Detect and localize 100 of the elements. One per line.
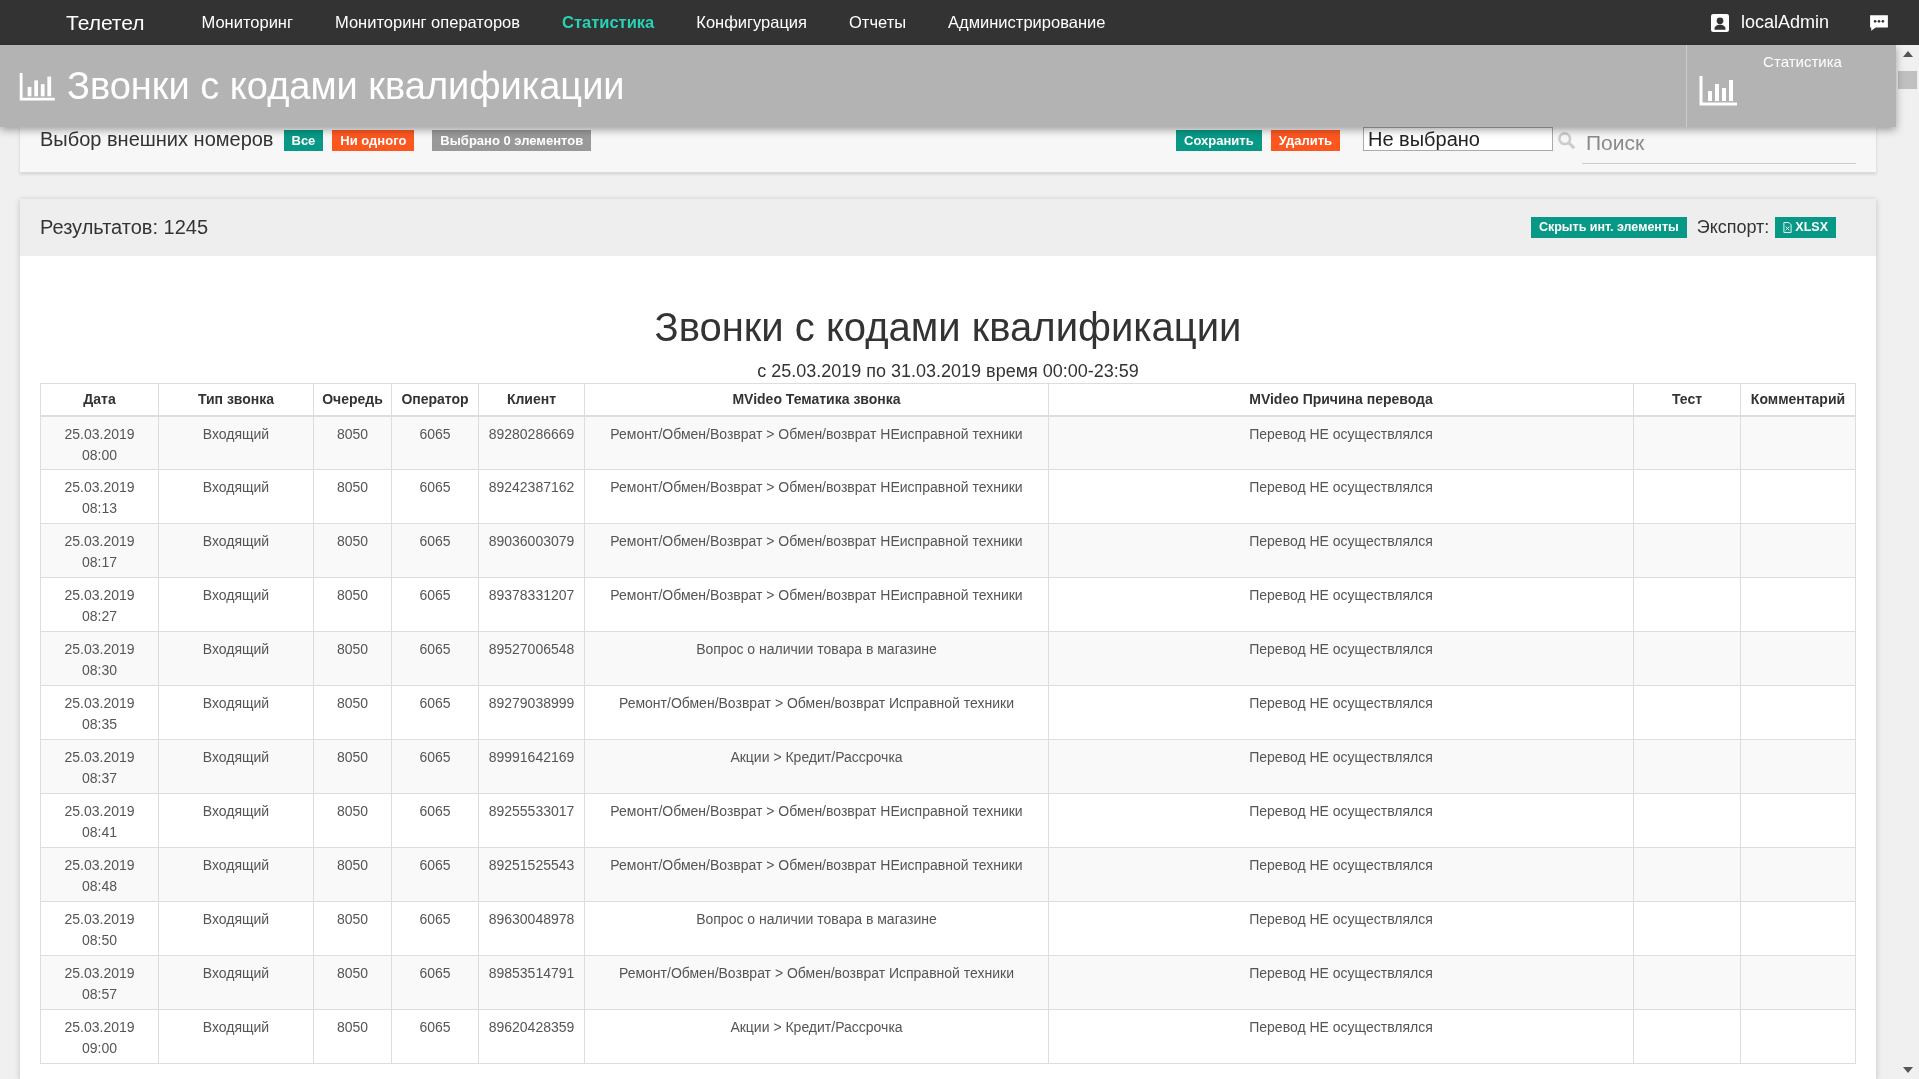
table-cell: Акции > Кредит/Рассрочка (584, 739, 1049, 794)
table-cell: 8050 (313, 685, 392, 740)
table-cell: Перевод НЕ осуществлялся (1048, 415, 1634, 470)
nav-link[interactable]: Мониторинг операторов (335, 13, 521, 32)
table-cell: 8050 (313, 1009, 392, 1064)
table-cell: 8050 (313, 577, 392, 632)
column-header: Клиент (478, 383, 585, 416)
table-cell: Входящий (158, 631, 314, 686)
bar-chart-icon (19, 71, 57, 101)
table-cell: 8050 (313, 847, 392, 902)
nav-link[interactable]: Конфигурация (696, 13, 807, 32)
table-cell: Перевод НЕ осуществлялся (1048, 631, 1634, 686)
chat-icon[interactable] (1869, 13, 1889, 32)
filter-label: Выбор внешних номеров (40, 128, 274, 151)
table-cell: Входящий (158, 847, 314, 902)
table-cell: 89279038999 (478, 685, 585, 740)
table-cell: Входящий (158, 577, 314, 632)
search-icon (1557, 131, 1576, 150)
table-cell: 8050 (313, 469, 392, 524)
table-cell: Перевод НЕ осуществлялся (1048, 739, 1634, 794)
table-cell: 6065 (391, 901, 479, 956)
save-button[interactable]: Сохранить (1176, 130, 1262, 151)
table-cell: Входящий (158, 739, 314, 794)
select-all-button[interactable]: Все (283, 130, 324, 151)
column-header: Тип звонка (158, 383, 314, 416)
table-cell: 89378331207 (478, 577, 585, 632)
nav-link[interactable]: Администрирование (948, 13, 1106, 32)
table-cell: 25.03.2019 08:35 (40, 685, 159, 740)
table-cell: Перевод НЕ осуществлялся (1048, 685, 1634, 740)
table-cell: 89251525543 (478, 847, 585, 902)
table-cell: 6065 (391, 523, 479, 578)
table-cell: Входящий (158, 955, 314, 1010)
table-cell: 25.03.2019 08:37 (40, 739, 159, 794)
nav-link[interactable]: Мониторинг (201, 13, 293, 32)
table-cell: Акции > Кредит/Рассрочка (584, 1009, 1049, 1064)
scroll-up-icon[interactable] (1902, 51, 1913, 57)
nav-link[interactable]: Отчеты (849, 13, 907, 32)
column-header: MVideo Тематика звонка (584, 383, 1049, 416)
file-icon (1783, 222, 1793, 233)
table-cell: 8050 (313, 523, 392, 578)
column-header: Оператор (391, 383, 479, 416)
table-cell: 6065 (391, 415, 479, 470)
table-cell: Входящий (158, 523, 314, 578)
table-cell: Ремонт/Обмен/Возврат > Обмен/возврат НЕисправной техники (584, 793, 1049, 848)
table-cell: 25.03.2019 08:17 (40, 523, 159, 578)
table-cell: Ремонт/Обмен/Возврат > Обмен/возврат НЕисправной техники (584, 847, 1049, 902)
column-header: Тест (1633, 383, 1741, 416)
table-cell: 89242387162 (478, 469, 585, 524)
table-cell: 25.03.2019 08:57 (40, 955, 159, 1010)
table-cell: 89620428359 (478, 1009, 585, 1064)
table-cell: 8050 (313, 955, 392, 1010)
table-cell: Входящий (158, 901, 314, 956)
table-cell: 6065 (391, 469, 479, 524)
table-cell: 8050 (313, 793, 392, 848)
page-title: Звонки с кодами квалификации (67, 64, 625, 108)
column-header: Очередь (313, 383, 392, 416)
hide-elements-button[interactable]: Скрыть инт. элементы (1530, 217, 1687, 238)
user-name[interactable]: localAdmin (1740, 12, 1829, 33)
table-cell: Ремонт/Обмен/Возврат > Обмен/возврат Исправной техники (584, 685, 1049, 740)
column-header: Комментарий (1740, 383, 1856, 416)
table-cell: Ремонт/Обмен/Возврат > Обмен/возврат НЕисправной техники (584, 415, 1049, 470)
bar-chart-icon (1699, 74, 1739, 106)
table-cell: 89255533017 (478, 793, 585, 848)
table-cell: Перевод НЕ осуществлялся (1048, 793, 1634, 848)
nav-link[interactable]: Статистика (562, 13, 655, 32)
table-cell: Вопрос о наличии товара в магазине (584, 631, 1049, 686)
table-cell: 89280286669 (478, 415, 585, 470)
table-cell: 8050 (313, 739, 392, 794)
brand-name[interactable]: Телетел (66, 10, 145, 35)
table-cell: Входящий (158, 1009, 314, 1064)
table-cell: 6065 (391, 955, 479, 1010)
table-cell: 8050 (313, 901, 392, 956)
table-cell: Входящий (158, 685, 314, 740)
table-cell: 8050 (313, 415, 392, 470)
selected-count: Выбрано 0 элементов (432, 130, 592, 151)
export-label: Экспорт: (1696, 217, 1770, 238)
section-label: Статистика (1763, 53, 1842, 70)
table-cell: 25.03.2019 08:50 (40, 901, 159, 956)
table-cell: 25.03.2019 08:41 (40, 793, 159, 848)
select-field[interactable]: Не выбрано (1363, 127, 1553, 151)
table-cell: Входящий (158, 415, 314, 470)
scroll-down-icon[interactable] (1902, 1067, 1913, 1073)
table-cell: 89853514791 (478, 955, 585, 1010)
export-xlsx-button[interactable]: XLSX (1775, 217, 1836, 238)
table-cell: 6065 (391, 847, 479, 902)
table-cell: 8050 (313, 631, 392, 686)
table-cell: 25.03.2019 08:13 (40, 469, 159, 524)
search-field[interactable]: Поиск (1582, 131, 1856, 164)
table-cell: Ремонт/Обмен/Возврат > Обмен/возврат Исправной техники (584, 955, 1049, 1010)
report-title: Звонки с кодами квалификации (653, 305, 1243, 350)
report-period: с 25.03.2019 по 31.03.2019 время 00:00-23:59 (756, 361, 1140, 382)
table-cell: 25.03.2019 08:00 (40, 415, 159, 470)
scrollbar-thumb[interactable] (1898, 71, 1917, 89)
table-cell: 6065 (391, 685, 479, 740)
table-cell: 6065 (391, 631, 479, 686)
table-cell: Перевод НЕ осуществлялся (1048, 1009, 1634, 1064)
table-cell: Перевод НЕ осуществлялся (1048, 469, 1634, 524)
table-cell: 25.03.2019 08:48 (40, 847, 159, 902)
table-cell: Перевод НЕ осуществлялся (1048, 901, 1634, 956)
table-cell: Входящий (158, 469, 314, 524)
